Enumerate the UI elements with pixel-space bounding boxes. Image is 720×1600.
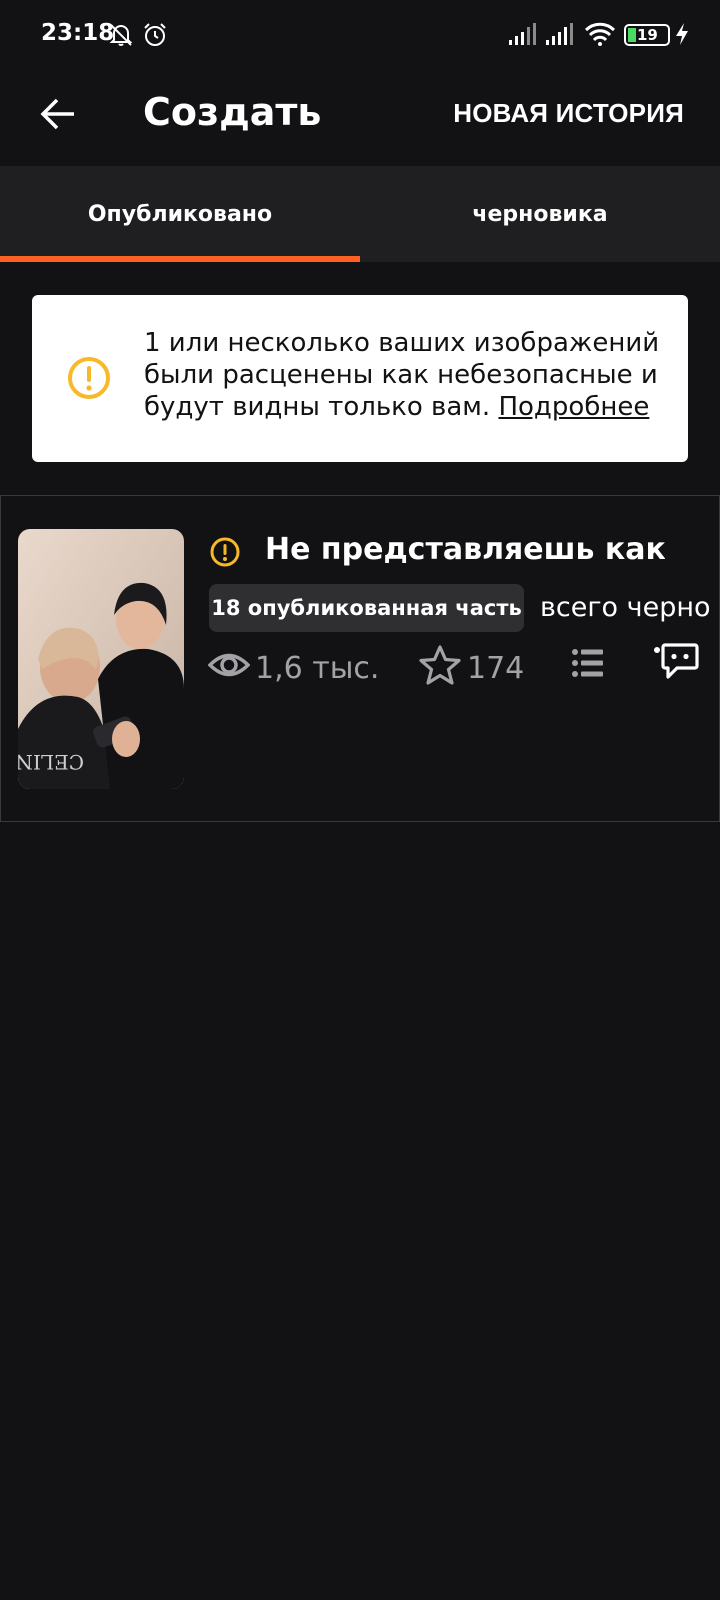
learn-more-link[interactable]: Подробнее xyxy=(498,392,649,422)
page-title: Создать xyxy=(143,90,322,134)
tab-published[interactable]: Опубликовано xyxy=(0,166,360,262)
new-story-button[interactable]: НОВАЯ ИСТОРИЯ xyxy=(453,98,684,129)
wifi-icon xyxy=(584,22,616,46)
comment-icon[interactable] xyxy=(653,642,699,682)
eye-icon xyxy=(208,653,250,677)
tab-bar: Опубликовано черновика xyxy=(0,166,720,262)
votes-count: 174 xyxy=(467,651,525,686)
status-time: 23:18 xyxy=(41,20,115,46)
back-button[interactable] xyxy=(34,90,82,138)
story-warning-icon xyxy=(210,537,240,567)
story-title[interactable]: Не представляешь как… xyxy=(265,532,665,567)
notifications-muted-icon xyxy=(109,24,133,46)
alarm-icon xyxy=(144,23,166,46)
warning-icon xyxy=(68,357,110,399)
star-icon xyxy=(419,645,461,685)
list-icon[interactable] xyxy=(571,646,605,680)
drafts-count: всего черно xyxy=(540,592,711,623)
battery-level: 19 xyxy=(637,26,658,44)
active-tab-indicator xyxy=(0,256,360,262)
svg-text:CELIN: CELIN xyxy=(18,750,84,774)
story-cover-image[interactable]: CELIN xyxy=(18,529,184,789)
views-count: 1,6 тыс. xyxy=(255,651,380,686)
unsafe-images-warning: 1 или несколько ваших изображений были р… xyxy=(32,295,688,462)
signal-icon xyxy=(546,23,573,45)
signal-icon xyxy=(509,23,536,45)
status-bar: 23:18 19 xyxy=(0,0,720,70)
published-parts-badge: 18 опубликованная часть xyxy=(209,584,524,632)
tab-drafts[interactable]: черновика xyxy=(360,166,720,262)
app-bar: Создать НОВАЯ ИСТОРИЯ xyxy=(0,70,720,166)
battery-icon: 19 xyxy=(624,24,670,46)
warning-message: 1 или несколько ваших изображений были р… xyxy=(144,327,664,423)
battery-fill xyxy=(628,28,636,42)
charging-icon xyxy=(676,23,688,45)
cover-illustration: CELIN xyxy=(18,529,184,789)
story-card[interactable]: CELIN Не представляешь как… 18 опубликов… xyxy=(0,495,720,822)
arrow-left-icon xyxy=(40,98,74,130)
